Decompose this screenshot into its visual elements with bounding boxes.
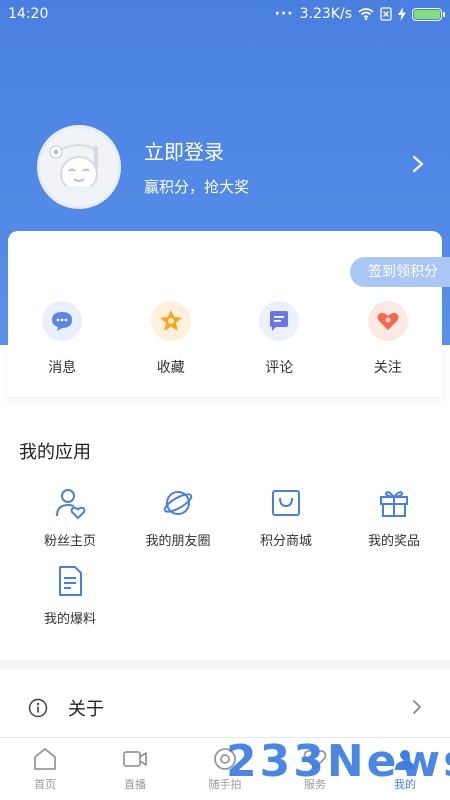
profile-section[interactable]: 立即登录 赢积分，抢大奖 xyxy=(0,118,450,218)
app-label: 积分商城 xyxy=(259,534,312,549)
quick-label: 收藏 xyxy=(156,360,185,376)
robot-avatar-icon xyxy=(49,144,98,196)
chevron-right-icon[interactable] xyxy=(408,154,428,174)
info-icon xyxy=(28,698,48,718)
quick-item-favorites[interactable]: 收藏 xyxy=(117,301,226,377)
section-divider xyxy=(0,660,450,669)
app-fans-home[interactable]: 粉丝主页 xyxy=(18,486,122,564)
quick-item-messages[interactable]: 消息 xyxy=(8,301,117,377)
quick-actions: 消息 收藏 评论 关注 xyxy=(8,301,442,377)
app-my-prizes[interactable]: 我的奖品 xyxy=(342,486,446,564)
home-icon xyxy=(34,748,56,770)
charging-icon xyxy=(398,7,406,21)
quick-label: 关注 xyxy=(373,360,402,376)
message-icon xyxy=(42,301,83,341)
my-apps-title: 我的应用 xyxy=(19,442,91,463)
shopping-bag-icon xyxy=(272,490,300,516)
quick-item-follows[interactable]: 关注 xyxy=(334,301,443,377)
sim-off-icon xyxy=(380,7,392,21)
status-bar: 14:20 ··· 3.23K/s xyxy=(0,0,450,28)
login-title[interactable]: 立即登录 xyxy=(144,136,224,165)
app-my-tips[interactable]: 我的爆料 xyxy=(18,564,122,642)
app-label: 我的爆料 xyxy=(43,612,96,627)
wifi-icon xyxy=(358,8,374,21)
quick-item-comments[interactable]: 评论 xyxy=(225,301,334,377)
chevron-right-icon xyxy=(413,700,421,714)
avatar[interactable] xyxy=(37,125,121,209)
comment-icon xyxy=(259,301,300,341)
video-icon xyxy=(123,751,147,767)
star-icon xyxy=(150,301,191,341)
checkin-button[interactable]: 签到领积分 xyxy=(350,257,450,287)
fans-home-icon xyxy=(56,489,86,520)
more-dots-icon: ··· xyxy=(274,6,294,22)
apps-grid: 粉丝主页 我的朋友圈 积分商城 我的奖品 我的爆料 xyxy=(0,486,450,642)
tab-live[interactable]: 直播 xyxy=(90,738,180,800)
tab-label: 直播 xyxy=(124,778,146,791)
apps-row: 我的爆料 xyxy=(0,564,450,642)
gift-icon xyxy=(380,491,408,517)
heart-icon xyxy=(367,301,408,341)
app-label: 我的朋友圈 xyxy=(145,534,211,549)
status-indicators: ··· 3.23K/s xyxy=(274,6,445,22)
network-speed: 3.23K/s xyxy=(299,6,352,22)
status-time: 14:20 xyxy=(8,6,49,22)
app-label: 粉丝主页 xyxy=(43,534,96,549)
tab-label: 首页 xyxy=(34,778,56,791)
app-points-mall[interactable]: 积分商城 xyxy=(234,486,338,564)
battery-icon xyxy=(412,7,445,21)
quick-actions-card: 签到领积分 消息 收藏 评论 关注 xyxy=(8,231,450,396)
app-label: 我的奖品 xyxy=(367,534,420,549)
planet-icon xyxy=(163,491,193,515)
quick-label: 消息 xyxy=(48,360,77,376)
watermark-logo: 233News xyxy=(226,736,450,787)
about-label: 关于 xyxy=(68,699,104,720)
document-icon xyxy=(59,566,82,596)
app-friend-circle[interactable]: 我的朋友圈 xyxy=(126,486,230,564)
about-row[interactable]: 关于 xyxy=(0,684,450,732)
tab-home[interactable]: 首页 xyxy=(0,738,90,800)
quick-label: 评论 xyxy=(265,360,294,376)
apps-row: 粉丝主页 我的朋友圈 积分商城 我的奖品 xyxy=(0,486,450,564)
login-subtitle: 赢积分，抢大奖 xyxy=(144,178,250,196)
